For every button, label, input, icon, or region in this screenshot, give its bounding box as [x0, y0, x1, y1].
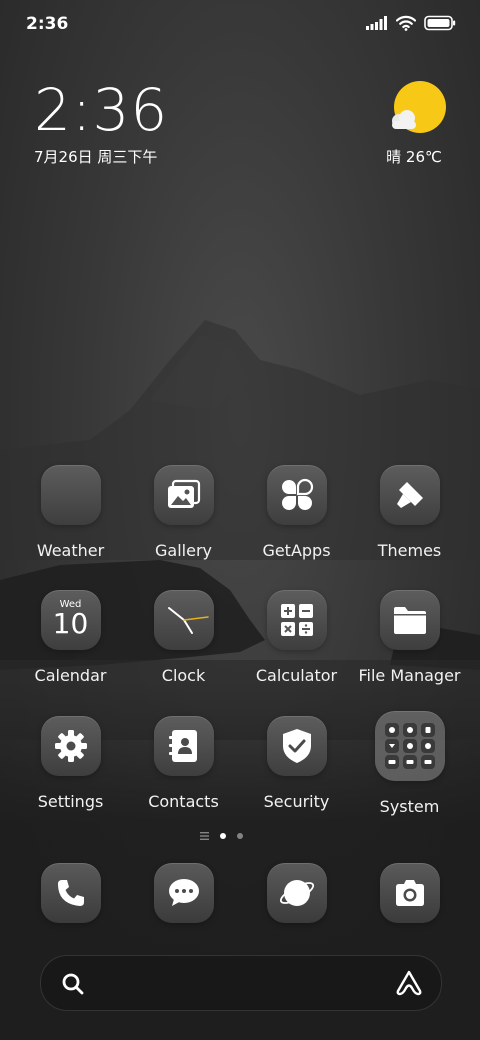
- gallery-icon: [153, 465, 214, 525]
- app-file-manager[interactable]: File Manager: [353, 590, 466, 685]
- search-bar[interactable]: [40, 955, 442, 1011]
- widget-time: 2:36: [34, 76, 169, 144]
- page-indicator[interactable]: [200, 828, 280, 844]
- app-label: Gallery: [155, 541, 212, 560]
- calculator-icon: [266, 590, 327, 650]
- brush-icon: [379, 465, 440, 525]
- dock-messages[interactable]: [127, 863, 240, 923]
- page-dot-active[interactable]: [220, 833, 226, 839]
- app-clock[interactable]: Clock: [127, 590, 240, 685]
- widget-date: 7月26日 周三下午: [34, 148, 158, 166]
- weather-icon: [40, 465, 101, 525]
- app-label: Calculator: [255, 666, 338, 685]
- app-label: Themes: [377, 541, 442, 560]
- wifi-icon: [396, 15, 416, 31]
- clock-widget[interactable]: 2:36 7月26日 周三下午: [34, 78, 168, 167]
- calendar-icon: Wed 10: [40, 590, 101, 650]
- gear-icon: [40, 716, 101, 776]
- app-settings[interactable]: Settings: [14, 716, 127, 811]
- app-label: Contacts: [148, 792, 219, 811]
- app-label: Settings: [37, 792, 104, 811]
- system-folder-icon: [374, 711, 445, 781]
- dock-browser[interactable]: [240, 863, 353, 923]
- contacts-icon: [153, 716, 214, 776]
- app-gallery[interactable]: Gallery: [127, 465, 240, 560]
- message-icon: [153, 863, 214, 923]
- app-system-folder[interactable]: System: [353, 711, 466, 816]
- status-time: 2:36: [26, 14, 69, 34]
- app-label: Weather: [36, 541, 105, 560]
- app-label: File Manager: [358, 666, 461, 685]
- dock-phone[interactable]: [14, 863, 127, 923]
- page-dot[interactable]: [237, 833, 243, 839]
- status-bar: 2:36: [0, 0, 480, 50]
- shield-icon: [266, 716, 327, 776]
- calendar-day-number: 10: [52, 606, 89, 640]
- clock-icon: [153, 590, 214, 650]
- menu-lines-icon: [200, 832, 209, 840]
- weather-widget[interactable]: 晴 26℃: [382, 80, 446, 167]
- app-label: GetApps: [262, 541, 331, 560]
- app-calendar[interactable]: Wed 10 Calendar: [14, 590, 127, 685]
- app-label: Calendar: [34, 666, 107, 685]
- signal-icon: [366, 16, 387, 30]
- status-icons: [366, 15, 456, 31]
- planet-icon: [266, 863, 327, 923]
- app-getapps[interactable]: GetApps: [240, 465, 353, 560]
- app-themes[interactable]: Themes: [353, 465, 466, 560]
- sun-cloud-icon: [392, 81, 446, 133]
- phone-icon: [40, 863, 101, 923]
- app-contacts[interactable]: Contacts: [127, 716, 240, 811]
- app-security[interactable]: Security: [240, 716, 353, 811]
- getapps-icon: [266, 465, 327, 525]
- dock-camera[interactable]: [353, 863, 466, 923]
- search-icon: [62, 973, 84, 995]
- assistant-icon[interactable]: [395, 970, 423, 996]
- folder-icon: [379, 590, 440, 650]
- battery-icon: [424, 15, 456, 31]
- weather-temperature: 晴 26℃: [386, 148, 442, 166]
- app-label: System: [379, 797, 440, 816]
- camera-icon: [379, 863, 440, 923]
- app-weather[interactable]: Weather: [14, 465, 127, 560]
- app-label: Clock: [161, 666, 206, 685]
- app-label: Security: [263, 792, 330, 811]
- app-calculator[interactable]: Calculator: [240, 590, 353, 685]
